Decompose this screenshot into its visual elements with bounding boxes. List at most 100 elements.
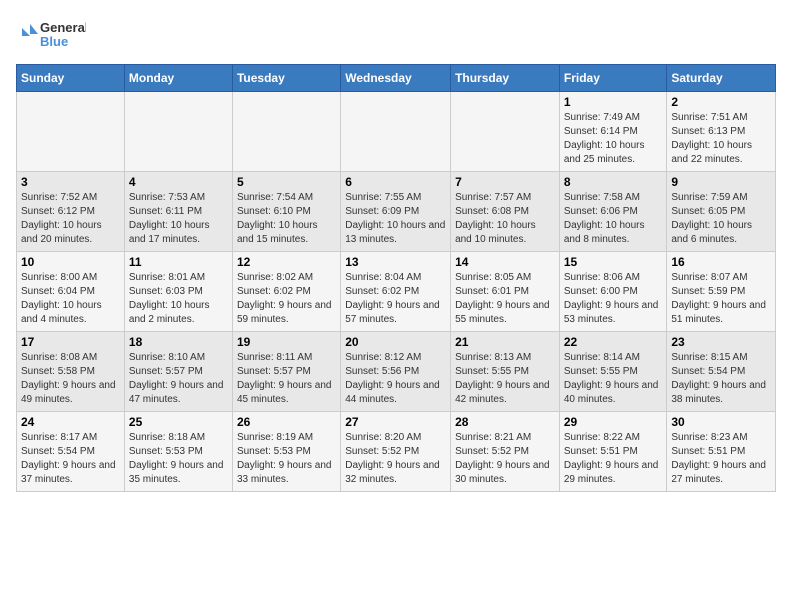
weekday-header: Saturday	[667, 65, 776, 92]
calendar-cell	[17, 92, 125, 172]
day-number: 9	[671, 175, 771, 189]
calendar-cell: 8 Sunrise: 7:58 AM Sunset: 6:06 PM Daylig…	[559, 172, 667, 252]
day-number: 17	[21, 335, 120, 349]
day-info: Sunrise: 8:06 AM Sunset: 6:00 PM Dayligh…	[564, 271, 663, 327]
logo-svg: GeneralBlue	[16, 16, 86, 56]
calendar-cell: 17 Sunrise: 8:08 AM Sunset: 5:58 PM Dayli…	[17, 332, 125, 412]
calendar-week-row: 17 Sunrise: 8:08 AM Sunset: 5:58 PM Dayli…	[17, 332, 776, 412]
day-info: Sunrise: 8:14 AM Sunset: 5:55 PM Dayligh…	[564, 351, 663, 407]
day-number: 24	[21, 415, 120, 429]
day-number: 5	[237, 175, 336, 189]
day-info: Sunrise: 7:49 AM Sunset: 6:14 PM Dayligh…	[564, 111, 663, 167]
calendar-week-row: 10 Sunrise: 8:00 AM Sunset: 6:04 PM Dayli…	[17, 252, 776, 332]
calendar-week-row: 1 Sunrise: 7:49 AM Sunset: 6:14 PM Daylig…	[17, 92, 776, 172]
day-info: Sunrise: 7:52 AM Sunset: 6:12 PM Dayligh…	[21, 191, 120, 247]
logo: GeneralBlue	[16, 16, 86, 56]
day-info: Sunrise: 8:02 AM Sunset: 6:02 PM Dayligh…	[237, 271, 336, 327]
day-number: 6	[345, 175, 446, 189]
day-number: 30	[671, 415, 771, 429]
day-number: 10	[21, 255, 120, 269]
calendar-cell: 1 Sunrise: 7:49 AM Sunset: 6:14 PM Daylig…	[559, 92, 667, 172]
day-number: 16	[671, 255, 771, 269]
day-info: Sunrise: 8:22 AM Sunset: 5:51 PM Dayligh…	[564, 431, 663, 487]
day-info: Sunrise: 7:51 AM Sunset: 6:13 PM Dayligh…	[671, 111, 771, 167]
day-number: 21	[455, 335, 555, 349]
day-info: Sunrise: 8:15 AM Sunset: 5:54 PM Dayligh…	[671, 351, 771, 407]
day-number: 19	[237, 335, 336, 349]
calendar-cell: 4 Sunrise: 7:53 AM Sunset: 6:11 PM Daylig…	[124, 172, 232, 252]
day-number: 4	[129, 175, 228, 189]
day-number: 20	[345, 335, 446, 349]
day-info: Sunrise: 8:04 AM Sunset: 6:02 PM Dayligh…	[345, 271, 446, 327]
calendar-cell: 2 Sunrise: 7:51 AM Sunset: 6:13 PM Daylig…	[667, 92, 776, 172]
day-number: 3	[21, 175, 120, 189]
day-info: Sunrise: 8:08 AM Sunset: 5:58 PM Dayligh…	[21, 351, 120, 407]
calendar-cell: 18 Sunrise: 8:10 AM Sunset: 5:57 PM Dayli…	[124, 332, 232, 412]
weekday-header: Tuesday	[232, 65, 340, 92]
day-number: 22	[564, 335, 663, 349]
day-info: Sunrise: 7:53 AM Sunset: 6:11 PM Dayligh…	[129, 191, 228, 247]
weekday-header-row: SundayMondayTuesdayWednesdayThursdayFrid…	[17, 65, 776, 92]
calendar-cell	[232, 92, 340, 172]
day-info: Sunrise: 8:10 AM Sunset: 5:57 PM Dayligh…	[129, 351, 228, 407]
day-info: Sunrise: 8:13 AM Sunset: 5:55 PM Dayligh…	[455, 351, 555, 407]
day-info: Sunrise: 8:23 AM Sunset: 5:51 PM Dayligh…	[671, 431, 771, 487]
calendar-week-row: 24 Sunrise: 8:17 AM Sunset: 5:54 PM Dayli…	[17, 412, 776, 492]
day-number: 7	[455, 175, 555, 189]
day-info: Sunrise: 7:57 AM Sunset: 6:08 PM Dayligh…	[455, 191, 555, 247]
day-number: 26	[237, 415, 336, 429]
calendar-cell: 24 Sunrise: 8:17 AM Sunset: 5:54 PM Dayli…	[17, 412, 125, 492]
calendar-cell	[341, 92, 451, 172]
calendar-cell: 13 Sunrise: 8:04 AM Sunset: 6:02 PM Dayli…	[341, 252, 451, 332]
svg-text:General: General	[40, 20, 86, 35]
calendar-cell: 21 Sunrise: 8:13 AM Sunset: 5:55 PM Dayli…	[451, 332, 560, 412]
day-info: Sunrise: 8:05 AM Sunset: 6:01 PM Dayligh…	[455, 271, 555, 327]
day-number: 1	[564, 95, 663, 109]
calendar-cell	[451, 92, 560, 172]
day-number: 27	[345, 415, 446, 429]
header: GeneralBlue	[16, 16, 776, 56]
day-info: Sunrise: 8:11 AM Sunset: 5:57 PM Dayligh…	[237, 351, 336, 407]
day-number: 29	[564, 415, 663, 429]
day-number: 25	[129, 415, 228, 429]
calendar-cell: 26 Sunrise: 8:19 AM Sunset: 5:53 PM Dayli…	[232, 412, 340, 492]
calendar-cell: 11 Sunrise: 8:01 AM Sunset: 6:03 PM Dayli…	[124, 252, 232, 332]
calendar-week-row: 3 Sunrise: 7:52 AM Sunset: 6:12 PM Daylig…	[17, 172, 776, 252]
calendar-cell: 16Sunrise: 8:07 AM Sunset: 5:59 PM Dayli…	[667, 252, 776, 332]
calendar-cell: 19 Sunrise: 8:11 AM Sunset: 5:57 PM Dayli…	[232, 332, 340, 412]
day-info: Sunrise: 7:54 AM Sunset: 6:10 PM Dayligh…	[237, 191, 336, 247]
day-number: 11	[129, 255, 228, 269]
calendar-cell: 15Sunrise: 8:06 AM Sunset: 6:00 PM Dayli…	[559, 252, 667, 332]
weekday-header: Thursday	[451, 65, 560, 92]
day-info: Sunrise: 7:58 AM Sunset: 6:06 PM Dayligh…	[564, 191, 663, 247]
calendar-cell: 23 Sunrise: 8:15 AM Sunset: 5:54 PM Dayli…	[667, 332, 776, 412]
calendar-cell: 10 Sunrise: 8:00 AM Sunset: 6:04 PM Dayli…	[17, 252, 125, 332]
calendar-cell: 28Sunrise: 8:21 AM Sunset: 5:52 PM Dayli…	[451, 412, 560, 492]
day-number: 23	[671, 335, 771, 349]
calendar-cell: 22 Sunrise: 8:14 AM Sunset: 5:55 PM Dayli…	[559, 332, 667, 412]
calendar-cell: 5 Sunrise: 7:54 AM Sunset: 6:10 PM Daylig…	[232, 172, 340, 252]
day-info: Sunrise: 8:17 AM Sunset: 5:54 PM Dayligh…	[21, 431, 120, 487]
weekday-header: Friday	[559, 65, 667, 92]
calendar-cell: 9 Sunrise: 7:59 AM Sunset: 6:05 PM Daylig…	[667, 172, 776, 252]
calendar-cell: 12Sunrise: 8:02 AM Sunset: 6:02 PM Dayli…	[232, 252, 340, 332]
calendar-cell: 29 Sunrise: 8:22 AM Sunset: 5:51 PM Dayli…	[559, 412, 667, 492]
day-number: 28	[455, 415, 555, 429]
svg-text:Blue: Blue	[40, 34, 68, 49]
calendar-cell: 7 Sunrise: 7:57 AM Sunset: 6:08 PM Daylig…	[451, 172, 560, 252]
day-info: Sunrise: 8:19 AM Sunset: 5:53 PM Dayligh…	[237, 431, 336, 487]
day-info: Sunrise: 8:00 AM Sunset: 6:04 PM Dayligh…	[21, 271, 120, 327]
day-number: 18	[129, 335, 228, 349]
day-info: Sunrise: 8:12 AM Sunset: 5:56 PM Dayligh…	[345, 351, 446, 407]
day-number: 8	[564, 175, 663, 189]
day-info: Sunrise: 8:01 AM Sunset: 6:03 PM Dayligh…	[129, 271, 228, 327]
day-info: Sunrise: 8:20 AM Sunset: 5:52 PM Dayligh…	[345, 431, 446, 487]
day-number: 13	[345, 255, 446, 269]
weekday-header: Wednesday	[341, 65, 451, 92]
calendar-cell: 27 Sunrise: 8:20 AM Sunset: 5:52 PM Dayli…	[341, 412, 451, 492]
day-number: 2	[671, 95, 771, 109]
calendar-cell: 3 Sunrise: 7:52 AM Sunset: 6:12 PM Daylig…	[17, 172, 125, 252]
calendar-cell: 14Sunrise: 8:05 AM Sunset: 6:01 PM Dayli…	[451, 252, 560, 332]
day-info: Sunrise: 7:59 AM Sunset: 6:05 PM Dayligh…	[671, 191, 771, 247]
day-info: Sunrise: 7:55 AM Sunset: 6:09 PM Dayligh…	[345, 191, 446, 247]
